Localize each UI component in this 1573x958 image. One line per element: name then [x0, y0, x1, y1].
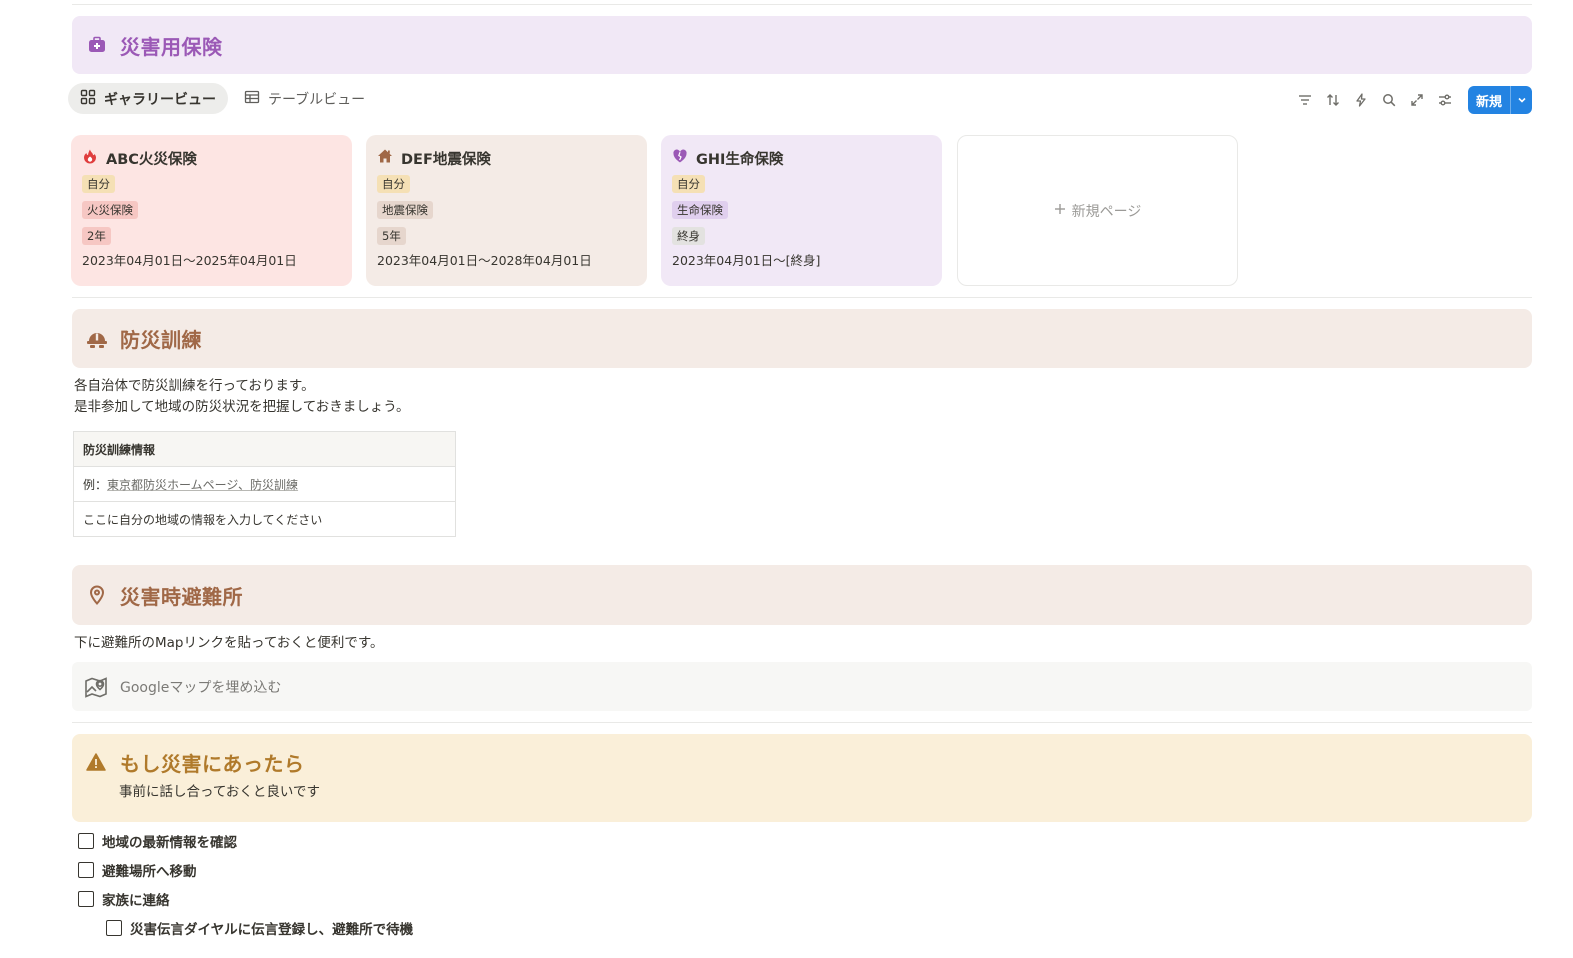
- todo-item: 家族に連絡: [78, 889, 170, 909]
- tab-table-view[interactable]: テーブルビュー: [232, 83, 377, 114]
- plus-icon: [1054, 203, 1066, 219]
- card-title: ABC火災保険: [106, 151, 197, 168]
- period-text: 2023年04月01日〜[終身]: [672, 253, 821, 268]
- drill-description: 各自治体で防災訓練を行っております。 是非参加して地域の防災状況を把握しておきま…: [74, 376, 409, 418]
- warning-icon: [86, 751, 108, 773]
- settings-icon[interactable]: [1434, 87, 1456, 113]
- top-divider: [72, 4, 1532, 5]
- type-tag: 生命保険: [672, 201, 728, 219]
- view-tabs: ギャラリービュー テーブルビュー: [68, 83, 377, 114]
- todo-label: 地域の最新情報を確認: [102, 835, 237, 851]
- gallery-card-ghi-life[interactable]: GHI生命保険 自分 生命保険 終身 2023年04月01日〜[終身]: [661, 135, 942, 286]
- term-tag: 終身: [672, 227, 705, 245]
- new-button[interactable]: 新規: [1468, 86, 1510, 114]
- search-icon[interactable]: [1378, 87, 1400, 113]
- todo-label: 家族に連絡: [102, 893, 170, 909]
- new-page-card[interactable]: 新規ページ: [957, 135, 1238, 286]
- gallery-card-def-earthquake[interactable]: DEF地震保険 自分 地震保険 5年 2023年04月01日〜2028年04月0…: [366, 135, 647, 286]
- table-row[interactable]: ここに自分の地域の情報を入力してください: [73, 501, 456, 537]
- helmet-icon: [86, 328, 108, 350]
- expand-icon[interactable]: [1406, 87, 1428, 113]
- table-row[interactable]: 例：東京都防災ホームページ、防災訓練: [73, 466, 456, 502]
- tab-table-label: テーブルビュー: [268, 91, 366, 108]
- new-page-label: 新規ページ: [1071, 203, 1142, 220]
- gallery-card-abc-fire[interactable]: ABC火災保険 自分 火災保険 2年 2023年04月01日〜2025年04月0…: [71, 135, 352, 286]
- drill-section-header: 防災訓練: [72, 309, 1532, 368]
- drill-line-2: 是非参加して地域の防災状況を把握しておきましょう。: [74, 399, 410, 415]
- todo-label: 避難場所へ移動: [102, 864, 197, 880]
- owner-tag: 自分: [377, 175, 410, 193]
- owner-tag: 自分: [672, 175, 705, 193]
- tab-gallery-label: ギャラリービュー: [104, 91, 216, 108]
- evacuation-title: 災害時避難所: [120, 584, 243, 609]
- heart-icon: [672, 148, 688, 168]
- table-header: 防災訓練情報: [73, 431, 456, 467]
- table-icon: [244, 89, 260, 109]
- chevron-down-icon[interactable]: [1510, 86, 1532, 114]
- house-icon: [377, 148, 393, 168]
- drill-title: 防災訓練: [120, 328, 202, 352]
- period-text: 2023年04月01日〜2028年04月01日: [377, 253, 592, 268]
- evacuation-section-header: 災害時避難所: [72, 565, 1532, 625]
- todo-checkbox[interactable]: [78, 833, 94, 849]
- map-pin-icon: [86, 584, 108, 606]
- card-title: DEF地震保険: [401, 151, 491, 168]
- section-divider: [72, 297, 1532, 298]
- type-tag: 地震保険: [377, 201, 433, 219]
- type-tag: 火災保険: [82, 201, 138, 219]
- embed-label: Googleマップを埋め込む: [120, 679, 282, 696]
- section-divider: [72, 722, 1532, 723]
- lightning-icon[interactable]: [1350, 87, 1372, 113]
- database-toolbar: 新規: [1294, 86, 1532, 114]
- gallery-icon: [80, 89, 96, 109]
- google-maps-embed[interactable]: Googleマップを埋め込む: [72, 662, 1532, 711]
- insurance-title: 災害用保険: [120, 34, 223, 59]
- drill-info-table: 防災訓練情報 例：東京都防災ホームページ、防災訓練 ここに自分の地域の情報を入力…: [73, 431, 456, 537]
- drill-line-1: 各自治体で防災訓練を行っております。: [74, 378, 315, 394]
- todo-item: 災害伝言ダイヤルに伝言登録し、避難所で待機: [106, 918, 413, 938]
- emergency-title: もし災害にあったら: [120, 751, 305, 776]
- period-text: 2023年04月01日〜2025年04月01日: [82, 253, 297, 268]
- todo-checkbox[interactable]: [78, 891, 94, 907]
- todo-item: 地域の最新情報を確認: [78, 831, 237, 851]
- filter-icon[interactable]: [1294, 87, 1316, 113]
- evacuation-text: 下に避難所のMapリンクを貼っておくと便利です。: [74, 635, 384, 651]
- insurance-section-header: 災害用保険: [72, 16, 1532, 74]
- first-aid-kit-icon: [86, 34, 108, 56]
- todo-label: 災害伝言ダイヤルに伝言登録し、避難所で待機: [130, 922, 414, 938]
- sort-icon[interactable]: [1322, 87, 1344, 113]
- todo-checkbox[interactable]: [106, 920, 122, 936]
- owner-tag: 自分: [82, 175, 115, 193]
- term-tag: 5年: [377, 227, 406, 245]
- example-link[interactable]: 東京都防災ホームページ、防災訓練: [107, 478, 298, 492]
- fire-icon: [82, 148, 98, 168]
- new-button-group: 新規: [1467, 86, 1532, 114]
- todo-item: 避難場所へ移動: [78, 860, 197, 880]
- tab-gallery-view[interactable]: ギャラリービュー: [68, 83, 228, 114]
- emergency-subtitle: 事前に話し合っておくと良いです: [119, 784, 321, 800]
- emergency-callout: もし災害にあったら 事前に話し合っておくと良いです: [72, 734, 1532, 822]
- example-prefix: 例：: [83, 477, 108, 492]
- card-title: GHI生命保険: [696, 151, 784, 168]
- map-icon: [84, 675, 108, 699]
- term-tag: 2年: [82, 227, 111, 245]
- todo-checkbox[interactable]: [78, 862, 94, 878]
